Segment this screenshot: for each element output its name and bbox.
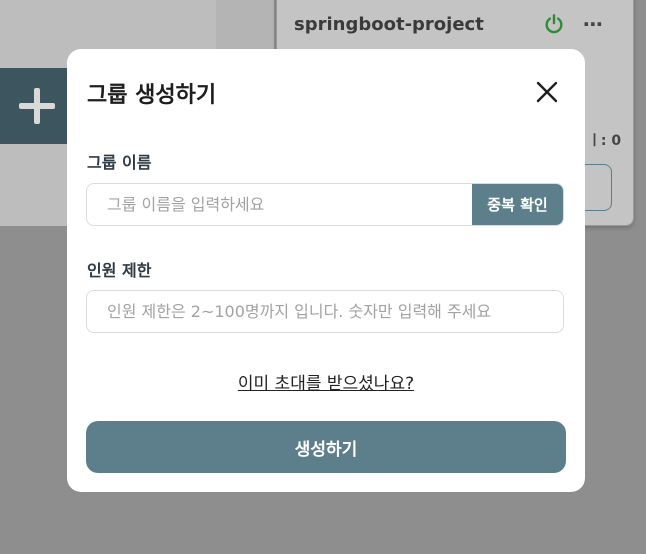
group-name-field-group: 중복 확인 <box>86 183 564 226</box>
group-name-label: 그룹 이름 <box>87 153 152 172</box>
add-project-button[interactable] <box>0 68 74 144</box>
power-icon[interactable] <box>543 13 565 35</box>
project-title: springboot-project <box>294 14 484 35</box>
already-invited-link[interactable]: 이미 초대를 받으셨나요? <box>67 369 585 394</box>
create-group-button[interactable]: 생성하기 <box>86 421 566 473</box>
member-limit-label: 인원 제한 <box>87 261 152 280</box>
more-horizontal-icon[interactable]: ⋯ <box>583 12 604 36</box>
modal-title: 그룹 생성하기 <box>87 83 217 108</box>
member-limit-field-group <box>86 290 564 333</box>
member-count: ㅣ: 0 <box>588 133 622 149</box>
create-group-modal: 그룹 생성하기 그룹 이름 중복 확인 인원 제한 이미 초대를 받으셨나요? … <box>67 49 585 492</box>
group-name-input[interactable] <box>87 184 472 225</box>
plus-icon <box>19 88 55 124</box>
close-icon[interactable] <box>534 79 560 105</box>
member-limit-input[interactable] <box>87 291 563 332</box>
duplicate-check-button[interactable]: 중복 확인 <box>472 184 563 225</box>
